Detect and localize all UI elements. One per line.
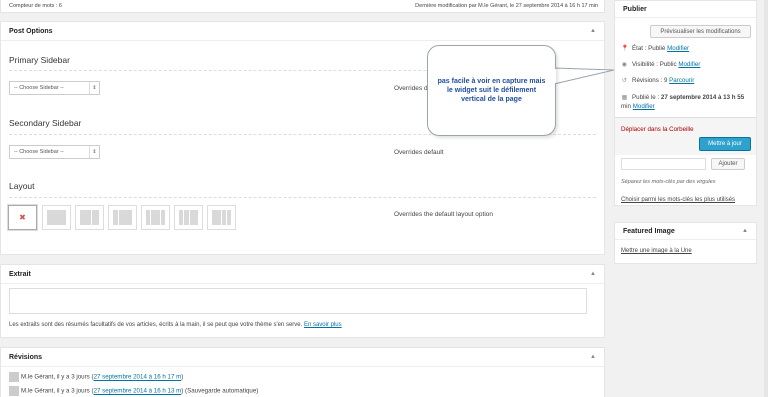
excerpt-help: Les extraits sont des résumés facultatif… bbox=[9, 322, 342, 328]
publish-title: Publier bbox=[623, 5, 647, 13]
layout-note: Overrides the default layout option bbox=[394, 211, 494, 218]
featured-image-box: Featured Image ▲ Mettre une image à la U… bbox=[614, 222, 757, 264]
secondary-sidebar-note: Overrides default bbox=[394, 149, 444, 156]
pin-icon: 📍 bbox=[621, 45, 629, 52]
collapse-arrow-icon[interactable]: ▲ bbox=[742, 228, 748, 234]
secondary-sidebar-select[interactable]: -- Choose Sidebar -- ⇕ bbox=[9, 145, 100, 159]
set-featured-image-link[interactable]: Mettre une image à la Une bbox=[621, 248, 692, 254]
divider bbox=[9, 197, 596, 198]
published-row-cont: min Modifier bbox=[621, 103, 655, 110]
primary-sidebar-heading: Primary Sidebar bbox=[9, 55, 70, 65]
avatar bbox=[9, 372, 19, 382]
choose-tags-link[interactable]: Choisir parmi les mots-clés les plus uti… bbox=[621, 197, 735, 203]
select-arrows-icon: ⇕ bbox=[89, 82, 99, 94]
trash-link[interactable]: Déplacer dans la Corbeille bbox=[621, 126, 694, 133]
excerpt-box: Extrait ▲ Les extraits sont des résumés … bbox=[0, 264, 605, 338]
avatar bbox=[9, 386, 19, 396]
revision-link[interactable]: 27 septembre 2014 à 16 h 13 m bbox=[94, 388, 182, 395]
collapse-arrow-icon[interactable]: ▲ bbox=[590, 354, 596, 360]
revision-item: M.le Gérant, il y a 3 jours (27 septembr… bbox=[9, 372, 183, 382]
layout-option-right-sidebar[interactable] bbox=[75, 205, 104, 230]
layout-option-left-sidebar[interactable] bbox=[108, 205, 137, 230]
revisions-header[interactable]: Révisions ▲ bbox=[1, 348, 604, 367]
excerpt-textarea[interactable] bbox=[9, 288, 587, 314]
publish-header[interactable]: Publier bbox=[615, 1, 756, 18]
callout-text: pas facile à voir en capture mais le wid… bbox=[437, 78, 546, 103]
revisions-box: Révisions ▲ M.le Gérant, il y a 3 jours … bbox=[0, 347, 605, 397]
revisions-title: Révisions bbox=[9, 353, 43, 361]
select-arrows-icon: ⇕ bbox=[89, 146, 99, 158]
post-options-header[interactable]: Post Options ▲ bbox=[1, 22, 604, 41]
post-options-title: Post Options bbox=[9, 27, 53, 35]
layout-option-none[interactable]: ✖ bbox=[8, 205, 37, 230]
layout-option-two-sidebars[interactable] bbox=[141, 205, 170, 230]
visibility-row: ◉ Visibilité : Public Modifier bbox=[621, 61, 701, 68]
primary-sidebar-select[interactable]: -- Choose Sidebar -- ⇕ bbox=[9, 81, 100, 95]
layout-option-two-left[interactable] bbox=[174, 205, 203, 230]
excerpt-header[interactable]: Extrait ▲ bbox=[1, 265, 604, 284]
secondary-sidebar-heading: Secondary Sidebar bbox=[9, 118, 82, 128]
status-row: 📍 État : Publié Modifier bbox=[621, 45, 690, 52]
excerpt-title: Extrait bbox=[9, 270, 31, 278]
scrollbar[interactable] bbox=[764, 0, 768, 397]
close-icon: ✖ bbox=[19, 213, 26, 222]
publish-box: Publier Prévisualiser les modifications … bbox=[614, 0, 757, 206]
revision-link[interactable]: 27 septembre 2014 à 16 h 17 m bbox=[94, 374, 182, 381]
layout-option-two-right[interactable] bbox=[207, 205, 236, 230]
publish-footer: Déplacer dans la Corbeille Mettre à jour bbox=[615, 117, 756, 155]
tag-input[interactable] bbox=[621, 158, 706, 170]
featured-image-title: Featured Image bbox=[623, 227, 675, 235]
word-count-bar: Compteur de mots : 6 Dernière modificati… bbox=[0, 0, 605, 13]
update-button[interactable]: Mettre à jour bbox=[699, 137, 751, 151]
eye-icon: ◉ bbox=[621, 61, 628, 68]
tags-hint: Séparez les mots-clés par des virgules bbox=[621, 179, 716, 185]
visibility-edit-link[interactable]: Modifier bbox=[678, 61, 700, 68]
last-modified: Dernière modification par M.le Gérant, l… bbox=[415, 3, 598, 9]
layout-option-full[interactable] bbox=[42, 205, 71, 230]
learn-more-link[interactable]: En savoir plus bbox=[304, 322, 342, 328]
calendar-icon: ▦ bbox=[621, 94, 628, 101]
collapse-arrow-icon[interactable]: ▲ bbox=[590, 271, 596, 277]
status-edit-link[interactable]: Modifier bbox=[667, 45, 689, 52]
revision-item: M.le Gérant, il y a 3 jours (27 septembr… bbox=[9, 386, 258, 396]
callout-bubble: pas facile à voir en capture mais le wid… bbox=[427, 45, 556, 136]
browse-revisions-link[interactable]: Parcourir bbox=[669, 77, 694, 84]
layout-heading: Layout bbox=[9, 181, 35, 191]
add-tag-button[interactable]: Ajouter bbox=[711, 158, 745, 170]
word-count: Compteur de mots : 6 bbox=[9, 3, 62, 9]
preview-button[interactable]: Prévisualiser les modifications bbox=[650, 25, 751, 38]
featured-image-header[interactable]: Featured Image ▲ bbox=[615, 223, 756, 240]
collapse-arrow-icon[interactable]: ▲ bbox=[590, 28, 596, 34]
revisions-row: ↺ Révisions : 9 Parcourir bbox=[621, 77, 695, 84]
published-row: ▦ Publié le : 27 septembre 2014 à 13 h 55 bbox=[621, 94, 745, 101]
callout-pointer-join bbox=[553, 69, 556, 83]
history-icon: ↺ bbox=[621, 77, 628, 84]
published-edit-link[interactable]: Modifier bbox=[633, 103, 655, 110]
